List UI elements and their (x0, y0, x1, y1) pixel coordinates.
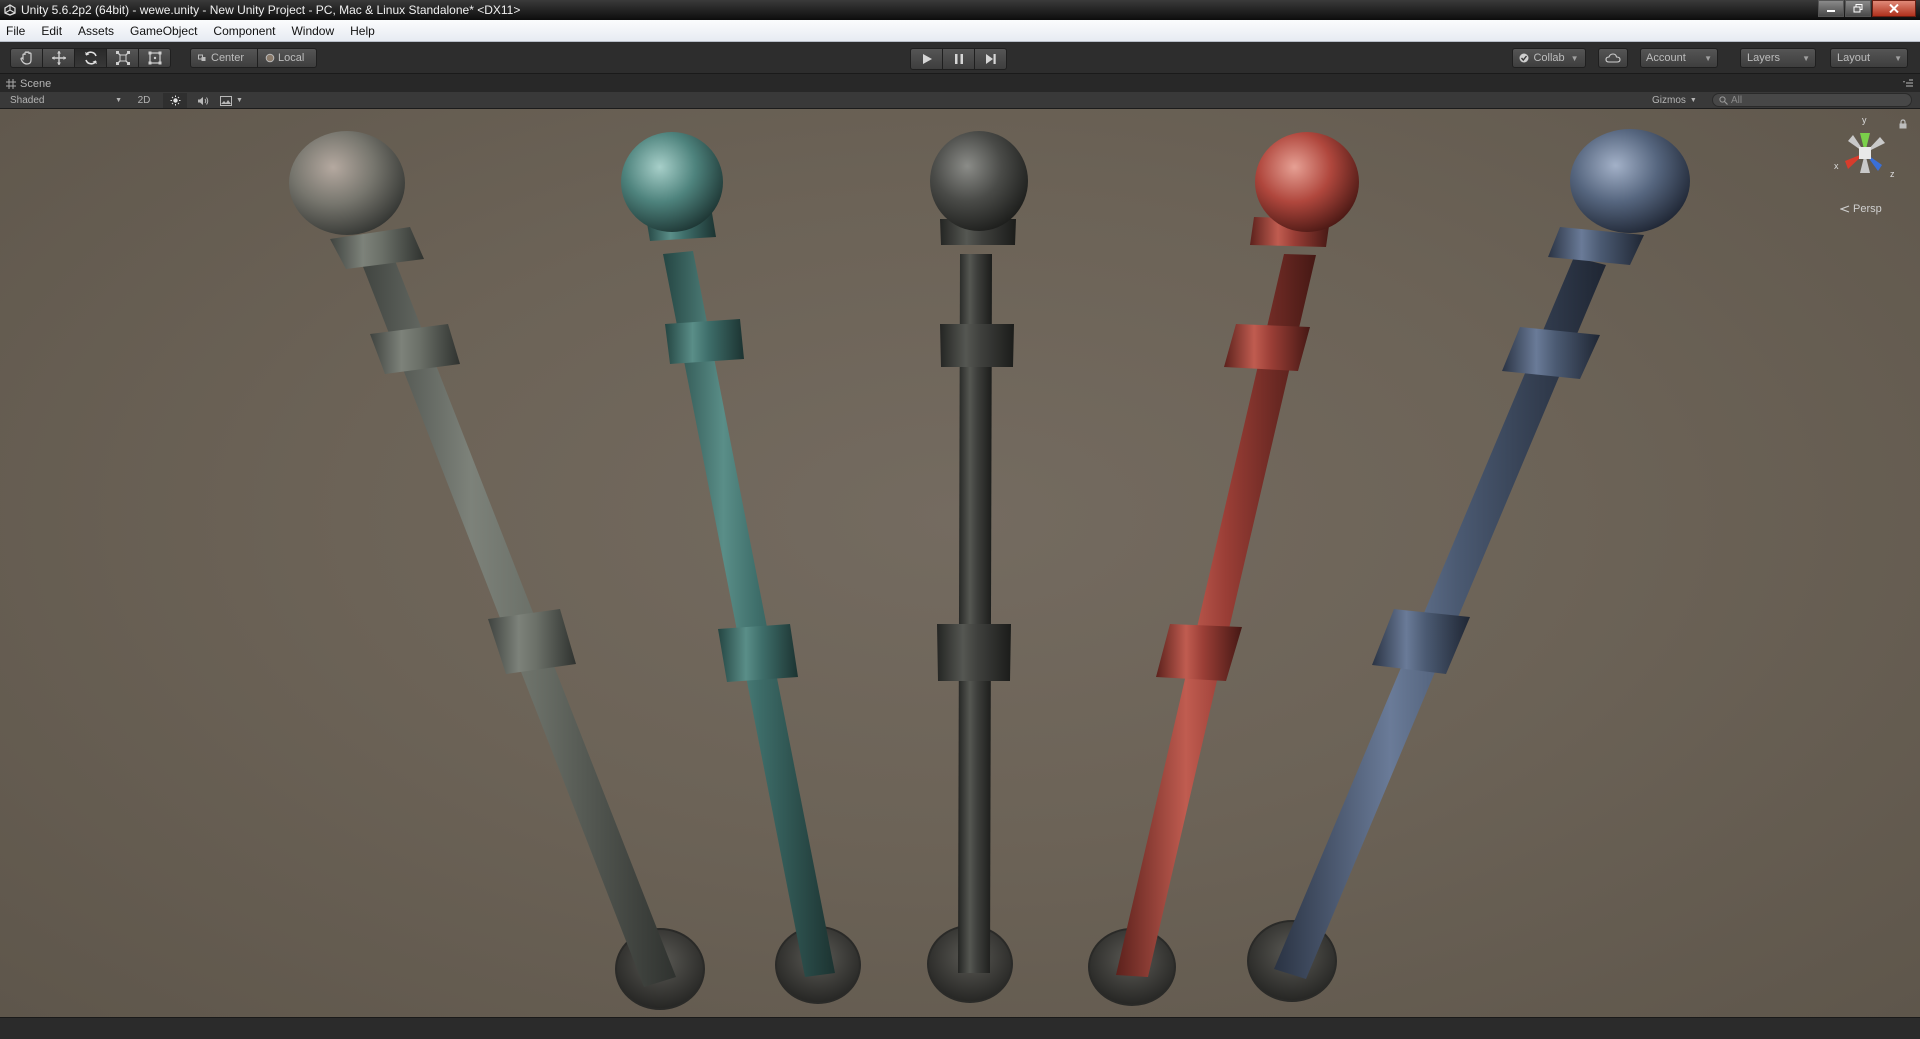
layout-dropdown[interactable]: Layout ▼ (1830, 48, 1908, 68)
draw-mode-label: Shaded (10, 95, 45, 106)
cloud-icon (1605, 53, 1621, 63)
draw-mode-dropdown[interactable]: Shaded ▼ (10, 93, 122, 108)
speaker-icon (198, 96, 209, 105)
pivot-center-label: Center (211, 52, 245, 64)
scene-tab-label: Scene (20, 78, 52, 90)
lock-icon[interactable] (1898, 119, 1908, 129)
minimize-icon (1827, 9, 1835, 12)
cloud-button[interactable] (1598, 48, 1628, 68)
collab-label: Collab (1533, 52, 1565, 64)
move-tool-button[interactable] (42, 48, 75, 68)
chevron-down-icon: ▼ (1894, 53, 1902, 63)
search-placeholder: All (1731, 94, 1743, 106)
main-toolbar: Center Local Collab ▼ Account ▼ Layers ▼… (0, 42, 1920, 74)
scene-search-input[interactable]: All (1712, 93, 1912, 107)
axis-y-label: y (1862, 115, 1867, 125)
layout-label: Layout (1837, 52, 1871, 64)
chevron-down-icon: ▼ (1704, 53, 1712, 63)
minimize-button[interactable] (1818, 0, 1844, 17)
chevron-down-icon: ▼ (236, 97, 243, 104)
chevron-down-icon: ▼ (1689, 97, 1697, 104)
rotate-icon (84, 51, 97, 65)
playback-controls (910, 48, 1007, 70)
projection-toggle[interactable]: Persp (1840, 203, 1882, 215)
scene-render (289, 129, 1690, 1010)
menu-component[interactable]: Component (205, 24, 283, 38)
restore-icon (1853, 4, 1863, 13)
status-bar (0, 1017, 1920, 1039)
close-icon (1889, 4, 1899, 13)
menu-help[interactable]: Help (342, 24, 383, 38)
menu-file[interactable]: File (0, 24, 33, 38)
chevron-down-icon: ▼ (1802, 53, 1810, 63)
transform-tools (10, 48, 171, 68)
menu-assets[interactable]: Assets (70, 24, 122, 38)
gizmos-label: Gizmos (1652, 95, 1686, 106)
dark-bollard[interactable] (927, 131, 1028, 1003)
local-rotation-icon (265, 53, 275, 63)
chevron-down-icon: ▼ (115, 97, 122, 104)
effects-dropdown[interactable]: ▼ (220, 93, 252, 108)
pivot-rotation-toggle[interactable]: Local (257, 48, 317, 68)
axis-z-label: z (1890, 169, 1895, 179)
menu-gameobject[interactable]: GameObject (122, 24, 205, 38)
menu-bar: File Edit Assets GameObject Component Wi… (0, 20, 1920, 42)
axis-x-label: x (1834, 161, 1839, 171)
2d-toggle[interactable]: 2D (134, 93, 154, 108)
menu-edit[interactable]: Edit (33, 24, 70, 38)
account-dropdown[interactable]: Account ▼ (1640, 48, 1718, 68)
close-button[interactable] (1872, 0, 1916, 17)
perspective-icon (1840, 205, 1850, 213)
window-controls (1817, 0, 1916, 18)
scene-tab-bar: Scene (0, 74, 1920, 92)
window-title: Unity 5.6.2p2 (64bit) - wewe.unity - New… (21, 3, 521, 17)
move-icon (51, 51, 66, 65)
pivot-rotation-label: Local (278, 52, 305, 64)
scene-viewport[interactable]: y x z Persp (0, 109, 1920, 1017)
checkmark-icon (1519, 53, 1529, 63)
scale-icon (115, 51, 130, 65)
unity-logo-icon (3, 3, 17, 17)
step-icon (985, 54, 996, 64)
restore-button[interactable] (1845, 0, 1871, 17)
account-label: Account (1646, 52, 1686, 64)
gizmos-dropdown[interactable]: Gizmos ▼ (1652, 93, 1702, 108)
scene-view-controls: Shaded ▼ 2D ▼ Gizmos ▼ All (0, 92, 1920, 109)
window-titlebar: Unity 5.6.2p2 (64bit) - wewe.unity - New… (0, 0, 1920, 20)
hand-icon (19, 51, 32, 65)
hand-tool-button[interactable] (10, 48, 43, 68)
teal-bollard[interactable] (621, 132, 861, 1004)
rect-tool-button[interactable] (138, 48, 171, 68)
step-button[interactable] (974, 48, 1007, 70)
layers-dropdown[interactable]: Layers ▼ (1740, 48, 1816, 68)
scale-tool-button[interactable] (106, 48, 139, 68)
pivot-center-icon (198, 54, 206, 61)
orientation-gizmo[interactable]: y x z (1820, 113, 1910, 203)
lighting-toggle[interactable] (163, 93, 187, 108)
rect-transform-icon (148, 51, 161, 65)
projection-label: Persp (1853, 203, 1882, 215)
2d-toggle-label: 2D (137, 95, 151, 106)
play-button[interactable] (910, 48, 943, 70)
menu-window[interactable]: Window (283, 24, 342, 38)
grey-bollard[interactable] (289, 131, 705, 1010)
image-effects-icon (220, 95, 232, 106)
panel-menu-icon[interactable] (1902, 78, 1914, 88)
pause-button[interactable] (942, 48, 975, 70)
pause-icon (954, 54, 963, 64)
audio-toggle[interactable] (194, 93, 212, 108)
rotate-tool-button[interactable] (74, 48, 107, 68)
pivot-center-toggle[interactable]: Center (190, 48, 258, 68)
pivot-toggles: Center Local (190, 48, 317, 68)
chevron-down-icon: ▼ (1570, 53, 1579, 63)
scene-tab[interactable]: Scene (6, 76, 51, 92)
collab-dropdown[interactable]: Collab ▼ (1512, 48, 1586, 68)
sun-icon (170, 95, 180, 106)
scene-grid-icon (6, 79, 16, 89)
search-icon (1719, 95, 1728, 105)
play-icon (922, 54, 932, 64)
layers-label: Layers (1747, 52, 1781, 64)
